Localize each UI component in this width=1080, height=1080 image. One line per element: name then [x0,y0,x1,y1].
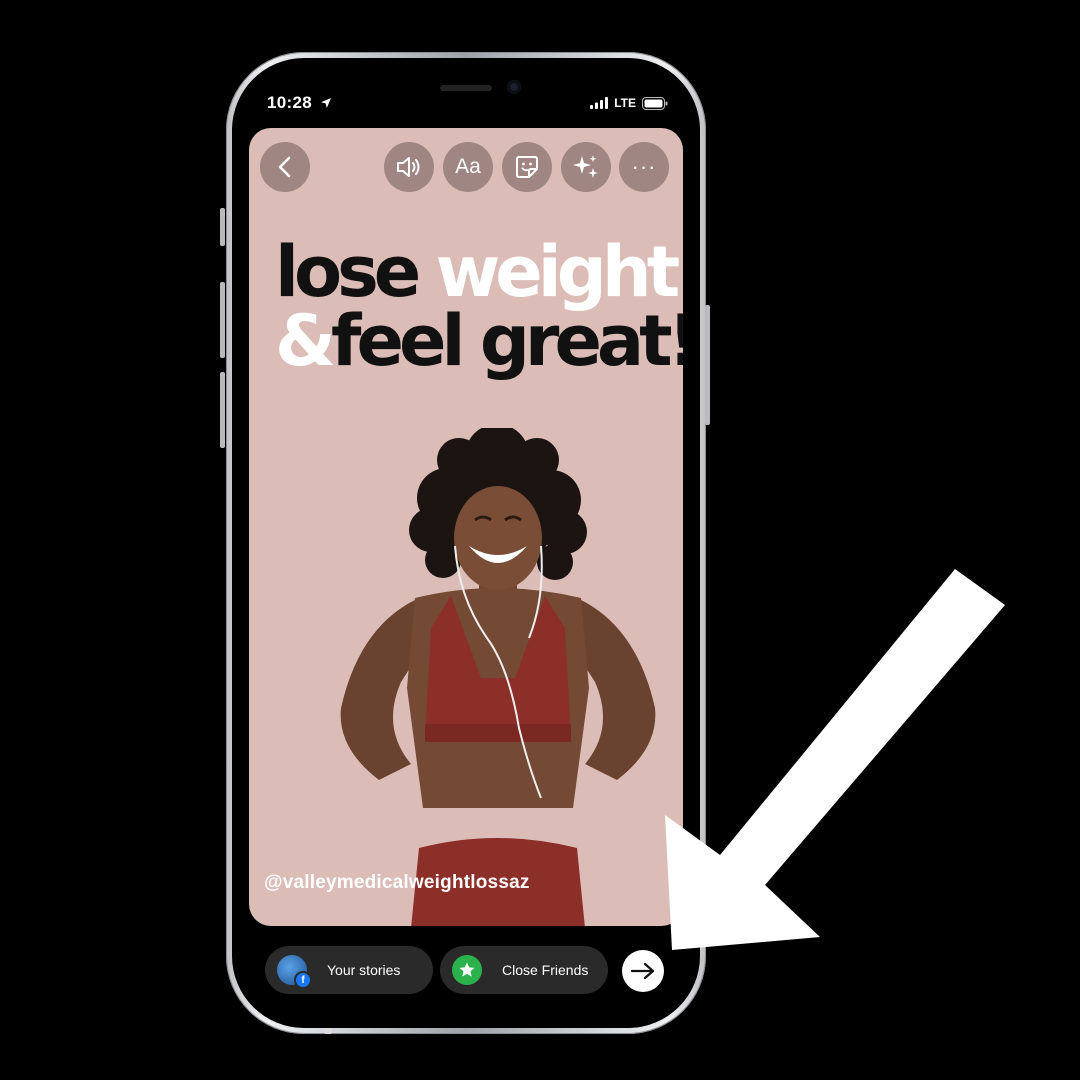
status-bar: 10:28 LTE [240,88,692,118]
story-canvas[interactable]: lose weight &feel great! @valleymedicalw… [249,128,683,926]
facebook-icon: f [294,971,312,989]
back-button[interactable] [260,142,310,192]
status-time: 10:28 [267,93,312,112]
volume-down-button [220,372,225,448]
location-arrow-icon [320,96,332,114]
headline-ampersand: & [275,299,336,382]
headline-feel-great: feel great! [331,299,683,382]
silent-switch [220,208,225,246]
sticker-icon [516,156,538,178]
speaker-icon [397,157,420,177]
headline-line-2: &feel great! [275,306,683,376]
status-indicators: LTE [590,96,668,110]
story-headline[interactable]: lose weight &feel great! [275,237,683,376]
more-options-button[interactable]: ··· [619,142,669,192]
send-button[interactable] [622,950,664,992]
your-stories-button[interactable]: f Your stories [265,946,433,994]
sticker-button[interactable] [502,142,552,192]
headline-line-1: lose weight [275,237,683,307]
profile-avatar: f [277,955,312,989]
sparkles-icon [573,155,598,178]
charging-port-mark [324,1028,332,1034]
text-tool-label: Aa [455,155,481,178]
effects-button[interactable] [561,142,611,192]
arrow-right-icon [630,962,655,980]
share-bar: f Your stories Close Friends [249,934,683,1004]
close-friends-button[interactable]: Close Friends [440,946,608,994]
signal-bars-icon [590,97,609,109]
mention-handle[interactable]: @valleymedicalweightlossaz [264,872,530,894]
your-stories-label: Your stories [327,962,401,978]
battery-icon [642,96,668,110]
network-type: LTE [614,96,636,110]
text-tool-button[interactable]: Aa [443,142,493,192]
close-friends-label: Close Friends [502,962,589,978]
pointer-arrow-overlay [665,569,1005,950]
star-icon [452,955,482,985]
chevron-left-icon [278,156,291,178]
sound-button[interactable] [384,142,434,192]
power-button [705,305,710,425]
volume-up-button [220,282,225,358]
more-icon: ··· [631,154,657,179]
woman-photo [340,428,656,926]
